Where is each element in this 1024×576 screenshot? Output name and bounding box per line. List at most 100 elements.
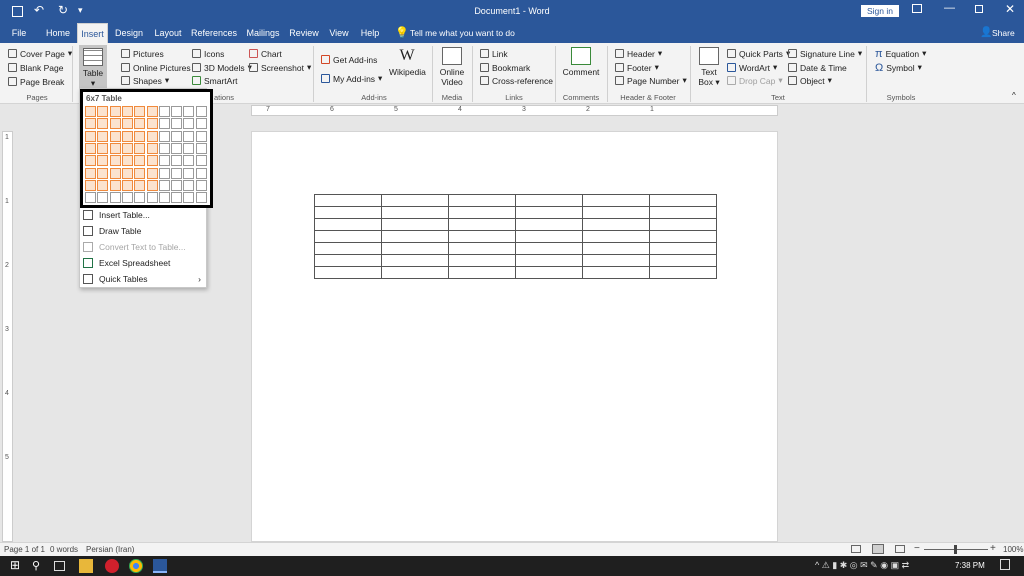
grid-cell[interactable]	[195, 142, 207, 154]
grid-cell[interactable]	[134, 118, 146, 130]
table-cell[interactable]	[515, 230, 583, 243]
table-cell[interactable]	[448, 194, 516, 207]
quick-tables-menu-item[interactable]: Quick Tables ›	[83, 272, 205, 286]
tell-me-input[interactable]: Tell me what you want to do	[410, 28, 515, 38]
grid-cell[interactable]	[134, 179, 146, 191]
grid-cell[interactable]	[97, 179, 109, 191]
table-cell[interactable]	[448, 206, 516, 219]
table-cell[interactable]	[649, 254, 717, 267]
table-cell[interactable]	[515, 254, 583, 267]
table-cell[interactable]	[448, 218, 516, 231]
table-cell[interactable]	[649, 218, 717, 231]
grid-cell[interactable]	[121, 167, 133, 179]
grid-cell[interactable]	[158, 192, 170, 204]
grid-cell[interactable]	[183, 179, 195, 191]
date-time-button[interactable]: Date & Time	[788, 61, 847, 74]
grid-cell[interactable]	[134, 142, 146, 154]
table-cell[interactable]	[314, 254, 382, 267]
redo-icon[interactable]: ↻	[58, 3, 68, 17]
table-cell[interactable]	[381, 218, 449, 231]
table-cell[interactable]	[314, 218, 382, 231]
chart-button[interactable]: Chart	[249, 47, 282, 60]
table-cell[interactable]	[381, 254, 449, 267]
grid-cell[interactable]	[195, 118, 207, 130]
table-cell[interactable]	[381, 266, 449, 279]
table-cell[interactable]	[381, 206, 449, 219]
equation-button[interactable]: π Equation ▾	[875, 47, 926, 60]
icons-button[interactable]: Icons	[192, 47, 224, 60]
wikipedia-button[interactable]: W Wikipedia	[389, 47, 426, 77]
grid-cell[interactable]	[158, 179, 170, 191]
grid-cell[interactable]	[121, 106, 133, 117]
table-cell[interactable]	[314, 230, 382, 243]
document-table[interactable]	[314, 194, 717, 279]
file-explorer-icon[interactable]	[79, 559, 93, 573]
grid-cell[interactable]	[109, 106, 121, 117]
table-cell[interactable]	[314, 266, 382, 279]
grid-cell[interactable]	[97, 106, 109, 117]
grid-cell[interactable]	[97, 167, 109, 179]
table-cell[interactable]	[582, 230, 650, 243]
table-cell[interactable]	[582, 206, 650, 219]
drop-cap-button[interactable]: Drop Cap ▾	[727, 74, 783, 87]
table-cell[interactable]	[515, 218, 583, 231]
ribbon-display-icon[interactable]	[912, 4, 922, 13]
grid-cell[interactable]	[183, 118, 195, 130]
table-cell[interactable]	[515, 194, 583, 207]
grid-cell[interactable]	[158, 155, 170, 167]
blank-page-button[interactable]: Blank Page	[8, 61, 63, 74]
table-cell[interactable]	[448, 242, 516, 255]
my-add-ins-button[interactable]: My Add-ins ▾	[321, 72, 382, 85]
grid-cell[interactable]	[121, 192, 133, 204]
grid-cell[interactable]	[85, 142, 96, 154]
table-cell[interactable]	[381, 194, 449, 207]
grid-cell[interactable]	[171, 142, 183, 154]
close-icon[interactable]: ✕	[1005, 2, 1015, 16]
grid-cell[interactable]	[183, 192, 195, 204]
grid-cell[interactable]	[97, 142, 109, 154]
table-cell[interactable]	[649, 206, 717, 219]
grid-cell[interactable]	[195, 106, 207, 117]
table-cell[interactable]	[448, 230, 516, 243]
collapse-ribbon-icon[interactable]: ^	[1012, 91, 1016, 100]
search-icon[interactable]: ⚲	[32, 559, 46, 573]
grid-cell[interactable]	[195, 179, 207, 191]
excel-spreadsheet-menu-item[interactable]: Excel Spreadsheet	[83, 256, 205, 270]
page-number-button[interactable]: Page Number ▾	[615, 74, 687, 87]
grid-cell[interactable]	[146, 106, 158, 117]
grid-cell[interactable]	[134, 155, 146, 167]
tab-references[interactable]: References	[190, 23, 238, 43]
tab-review[interactable]: Review	[287, 23, 321, 43]
wordart-button[interactable]: WordArt ▾	[727, 61, 777, 74]
grid-cell[interactable]	[85, 130, 96, 142]
web-layout-icon[interactable]	[895, 545, 905, 553]
save-icon[interactable]	[12, 6, 23, 17]
table-cell[interactable]	[314, 194, 382, 207]
grid-cell[interactable]	[146, 118, 158, 130]
grid-cell[interactable]	[134, 106, 146, 117]
grid-cell[interactable]	[183, 167, 195, 179]
quick-parts-button[interactable]: Quick Parts ▾	[727, 47, 790, 60]
grid-cell[interactable]	[146, 179, 158, 191]
tab-help[interactable]: Help	[356, 23, 384, 43]
table-cell[interactable]	[582, 242, 650, 255]
footer-button[interactable]: Footer ▾	[615, 61, 659, 74]
header-button[interactable]: Header ▾	[615, 47, 662, 60]
grid-cell[interactable]	[158, 167, 170, 179]
tab-view[interactable]: View	[326, 23, 352, 43]
table-cell[interactable]	[649, 242, 717, 255]
grid-cell[interactable]	[121, 155, 133, 167]
table-cell[interactable]	[582, 194, 650, 207]
grid-cell[interactable]	[121, 130, 133, 142]
grid-cell[interactable]	[171, 179, 183, 191]
grid-cell[interactable]	[146, 192, 158, 204]
tab-home[interactable]: Home	[42, 23, 74, 43]
grid-cell[interactable]	[183, 142, 195, 154]
table-cell[interactable]	[448, 266, 516, 279]
symbol-button[interactable]: Ω Symbol ▾	[875, 61, 922, 74]
smartart-button[interactable]: SmartArt	[192, 74, 238, 87]
zoom-in-button[interactable]: +	[990, 543, 996, 554]
draw-table-menu-item[interactable]: Draw Table	[83, 224, 205, 238]
clock[interactable]: 7:38 PM	[955, 561, 985, 570]
undo-icon[interactable]: ↶	[34, 3, 44, 17]
